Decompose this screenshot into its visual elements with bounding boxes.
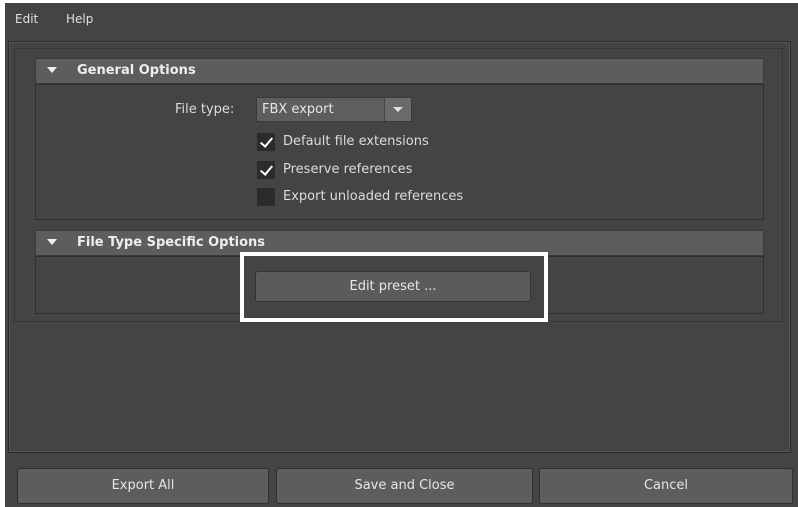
collapse-arrow-icon xyxy=(47,67,57,73)
checkbox-checked[interactable] xyxy=(257,161,275,179)
cancel-button[interactable]: Cancel xyxy=(539,468,793,504)
file-type-label: File type: xyxy=(175,102,235,117)
collapse-arrow-icon xyxy=(47,239,57,245)
menu-bar: Edit Help xyxy=(5,3,798,35)
save-and-close-button[interactable]: Save and Close xyxy=(276,468,533,504)
checkbox-unchecked[interactable] xyxy=(257,188,275,206)
file-type-value: FBX export xyxy=(262,102,334,117)
menu-help[interactable]: Help xyxy=(66,12,93,26)
export-all-button[interactable]: Export All xyxy=(17,468,269,504)
checkbox-checked[interactable] xyxy=(257,133,275,151)
checkbox-label: Preserve references xyxy=(283,162,413,177)
checkbox-label: Default file extensions xyxy=(283,134,429,149)
file-type-dropdown[interactable]: FBX export xyxy=(256,97,412,122)
checkbox-label: Export unloaded references xyxy=(283,189,464,204)
file-type-specific-title: File Type Specific Options xyxy=(77,235,266,250)
chevron-down-icon xyxy=(393,107,403,112)
general-options-header[interactable]: General Options xyxy=(35,58,764,84)
dropdown-button[interactable] xyxy=(384,98,411,121)
menu-edit[interactable]: Edit xyxy=(15,12,38,26)
edit-preset-button[interactable]: Edit preset ... xyxy=(255,271,531,302)
general-options-title: General Options xyxy=(77,63,196,78)
